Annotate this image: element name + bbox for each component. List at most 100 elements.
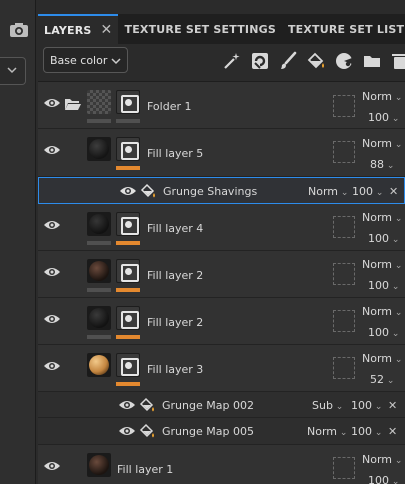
channel-select-value: Base color — [50, 53, 108, 67]
blend-mode-select[interactable]: Norm — [362, 352, 402, 365]
tab-texture-set-settings[interactable]: TEXTURE SET SETTINGS — [118, 14, 281, 44]
panel-tab-bar: LAYERS ✕ TEXTURE SET SETTINGS TEXTURE SE… — [38, 14, 405, 44]
eye-icon[interactable] — [43, 97, 61, 109]
layer-name[interactable]: Fill layer 4 — [147, 222, 203, 235]
eye-icon[interactable] — [118, 399, 136, 411]
blend-mode-select[interactable]: Norm — [362, 453, 402, 466]
material-bar — [87, 335, 111, 339]
folder-icon[interactable] — [362, 51, 382, 71]
adjacent-dropdown[interactable] — [0, 57, 26, 85]
layer-name[interactable]: Fill layer 1 — [117, 463, 173, 476]
open-folder-icon[interactable] — [64, 97, 82, 111]
mask-bar — [116, 288, 140, 292]
blend-mode-select[interactable]: Norm — [362, 211, 402, 224]
blend-mode-select[interactable]: Norm — [362, 137, 402, 150]
effect-name[interactable]: Grunge Map 002 — [162, 399, 254, 412]
close-icon[interactable]: ✕ — [389, 185, 398, 198]
effect-row[interactable]: Grunge Map 005 Norm 100 ✕ — [38, 418, 405, 445]
opacity-value[interactable]: 100 — [368, 279, 399, 292]
chevron-down-icon — [111, 58, 121, 65]
layer-row-fill[interactable]: Fill layer 3 Norm 52 — [38, 345, 405, 392]
opacity-value[interactable]: 100 — [351, 425, 382, 438]
close-icon[interactable]: ✕ — [388, 399, 397, 412]
tab-texture-set-list[interactable]: TEXTURE SET LIST — [282, 14, 405, 44]
mask-bar — [116, 119, 140, 123]
add-effect-icon[interactable] — [250, 51, 270, 71]
blend-mode-select[interactable]: Norm — [307, 425, 347, 438]
layer-preview-placeholder — [333, 95, 355, 117]
mask-bar — [116, 335, 140, 339]
mask-thumbnail[interactable] — [116, 259, 140, 283]
layer-name[interactable]: Fill layer 3 — [147, 363, 203, 376]
mask-thumbnail[interactable] — [116, 90, 140, 114]
eye-icon[interactable] — [43, 360, 61, 372]
opacity-value[interactable]: 100 — [368, 474, 399, 484]
layer-row-folder[interactable]: Folder 1 Norm 100 — [38, 82, 405, 129]
layer-name[interactable]: Fill layer 2 — [147, 269, 203, 282]
material-thumbnail[interactable] — [87, 453, 111, 477]
layer-row-fill[interactable]: Fill layer 5 Norm 88 — [38, 129, 405, 177]
opacity-value[interactable]: 100 — [368, 232, 399, 245]
material-bar — [87, 119, 111, 123]
material-thumbnail[interactable] — [87, 353, 111, 377]
camera-icon[interactable] — [9, 22, 29, 38]
layers-toolbar: Base color — [38, 44, 405, 82]
blend-mode-select[interactable]: Norm — [362, 90, 402, 103]
opacity-value[interactable]: 100 — [351, 399, 382, 412]
opacity-value[interactable]: 100 — [352, 185, 383, 198]
layer-name[interactable]: Fill layer 2 — [147, 316, 203, 329]
layer-row-fill[interactable]: Fill layer 2 Norm 100 — [38, 298, 405, 345]
material-thumbnail[interactable] — [87, 137, 111, 161]
fill-bucket-icon[interactable] — [306, 51, 326, 71]
material-thumbnail[interactable] — [87, 259, 111, 283]
opacity-value[interactable]: 52 — [370, 373, 394, 386]
delete-icon[interactable] — [390, 51, 405, 71]
blend-mode-select[interactable]: Sub — [312, 399, 343, 412]
blend-mode-select[interactable]: Norm — [308, 185, 348, 198]
tab-layers-label: LAYERS — [44, 23, 92, 37]
mask-thumbnail[interactable] — [116, 137, 140, 161]
layer-name[interactable]: Folder 1 — [147, 100, 192, 113]
eye-icon[interactable] — [43, 219, 61, 231]
eye-icon[interactable] — [118, 425, 136, 437]
opacity-value[interactable]: 100 — [368, 326, 399, 339]
layer-preview-placeholder — [333, 263, 355, 285]
mask-thumbnail[interactable] — [116, 212, 140, 236]
channel-select[interactable]: Base color — [43, 47, 128, 73]
layer-name[interactable]: Fill layer 5 — [147, 147, 203, 160]
effect-name[interactable]: Grunge Shavings — [163, 185, 257, 198]
layer-preview-placeholder — [333, 310, 355, 332]
layer-preview-placeholder — [333, 216, 355, 238]
effect-row[interactable]: Grunge Map 002 Sub 100 ✕ — [38, 392, 405, 418]
material-thumbnail[interactable] — [87, 306, 111, 330]
folder-thumbnail — [87, 90, 111, 114]
paint-brush-icon[interactable] — [278, 51, 298, 71]
layer-row-fill[interactable]: Fill layer 2 Norm 100 — [38, 251, 405, 298]
mask-thumbnail[interactable] — [116, 353, 140, 377]
effect-name[interactable]: Grunge Map 005 — [162, 425, 254, 438]
eye-icon[interactable] — [43, 266, 61, 278]
layer-row-fill[interactable]: Fill layer 1 Norm 100 — [38, 445, 405, 484]
material-thumbnail[interactable] — [87, 212, 111, 236]
tab-layers[interactable]: LAYERS ✕ — [38, 14, 119, 44]
blend-mode-select[interactable]: Norm — [362, 258, 402, 271]
blend-mode-select[interactable]: Norm — [362, 305, 402, 318]
magic-wand-icon[interactable] — [222, 51, 242, 71]
material-bar — [87, 241, 111, 245]
smart-material-icon[interactable] — [334, 51, 354, 71]
close-icon[interactable]: ✕ — [388, 425, 397, 438]
eye-icon[interactable] — [119, 185, 137, 197]
eye-icon[interactable] — [43, 460, 61, 472]
effect-row[interactable]: Grunge Shavings Norm 100 ✕ — [38, 177, 405, 204]
opacity-value[interactable]: 100 — [368, 111, 399, 124]
eye-icon[interactable] — [43, 313, 61, 325]
layer-preview-placeholder — [333, 357, 355, 379]
mask-bar — [116, 166, 140, 170]
layer-row-fill[interactable]: Fill layer 4 Norm 100 — [38, 204, 405, 251]
mask-thumbnail[interactable] — [116, 306, 140, 330]
chevron-down-icon — [7, 67, 17, 74]
opacity-value[interactable]: 88 — [370, 158, 394, 171]
eye-icon[interactable] — [43, 144, 61, 156]
close-icon[interactable]: ✕ — [101, 22, 113, 38]
fill-effect-icon — [139, 397, 154, 412]
